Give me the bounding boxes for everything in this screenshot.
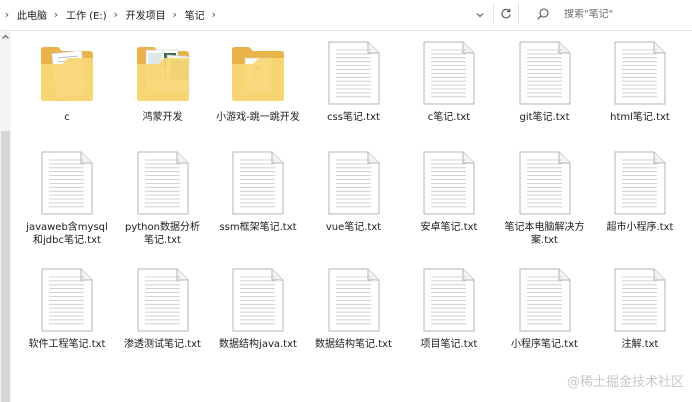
search-input[interactable] bbox=[564, 8, 684, 20]
item-name: c bbox=[64, 112, 70, 123]
address-bar[interactable]: › 此电脑 › 工作 (E:) › 开发项目 › 笔记 › bbox=[0, 2, 488, 26]
file-item[interactable]: python数据分析笔记.txt bbox=[117, 146, 209, 247]
file-item[interactable]: css笔记.txt bbox=[308, 36, 400, 124]
text-file-icon bbox=[594, 263, 686, 335]
text-file-icon bbox=[308, 263, 400, 335]
chevron-right-icon[interactable]: › bbox=[168, 8, 182, 21]
text-file-icon bbox=[594, 146, 686, 218]
file-item[interactable]: ssm框架笔记.txt bbox=[212, 146, 304, 234]
item-name: 数据结构java.txt bbox=[219, 339, 297, 350]
folder-item[interactable]: 鸿蒙开发 bbox=[117, 36, 209, 124]
item-name: 笔记本电脑解决方案.txt bbox=[504, 222, 585, 246]
scroll-up-arrow-icon[interactable] bbox=[1, 33, 10, 41]
folder-item[interactable]: 小游戏-跳一跳开发 bbox=[212, 36, 304, 124]
chevron-right-icon[interactable]: › bbox=[207, 8, 221, 21]
item-name: vue笔记.txt bbox=[325, 222, 382, 233]
item-name: 小游戏-跳一跳开发 bbox=[216, 112, 300, 123]
item-name: 安卓笔记.txt bbox=[420, 222, 478, 233]
text-file-icon bbox=[117, 263, 209, 335]
item-name: ssm框架笔记.txt bbox=[219, 222, 297, 233]
search-box[interactable] bbox=[528, 3, 692, 25]
text-file-icon bbox=[403, 263, 495, 335]
folder-icon bbox=[117, 36, 209, 108]
file-item[interactable]: 笔记本电脑解决方案.txt bbox=[499, 146, 591, 247]
file-item[interactable]: 软件工程笔记.txt bbox=[21, 263, 113, 351]
refresh-icon bbox=[501, 8, 511, 19]
item-name: 渗透测试笔记.txt bbox=[124, 339, 201, 350]
text-file-icon bbox=[499, 263, 591, 335]
folder-icon bbox=[21, 36, 113, 108]
file-item[interactable]: vue笔记.txt bbox=[308, 146, 400, 234]
file-item[interactable]: git笔记.txt bbox=[499, 36, 591, 124]
text-file-icon bbox=[212, 263, 304, 335]
file-item[interactable]: 注解.txt bbox=[594, 263, 686, 351]
text-file-icon bbox=[308, 146, 400, 218]
breadcrumb-notes[interactable]: 笔记 bbox=[182, 7, 207, 22]
text-file-icon bbox=[499, 36, 591, 108]
watermark: @稀土掘金技术社区 bbox=[566, 375, 684, 390]
folder-item[interactable]: c bbox=[21, 36, 113, 124]
text-file-icon bbox=[21, 263, 113, 335]
file-item[interactable]: 小程序笔记.txt bbox=[499, 263, 591, 351]
file-item[interactable]: 渗透测试笔记.txt bbox=[117, 263, 209, 351]
text-file-icon bbox=[594, 36, 686, 108]
item-name: 数据结构笔记.txt bbox=[315, 339, 392, 350]
item-name: javaweb含mysql和jdbc笔记.txt bbox=[26, 222, 108, 246]
text-file-icon bbox=[403, 146, 495, 218]
item-name: 鸿蒙开发 bbox=[142, 112, 183, 123]
item-name: c笔记.txt bbox=[427, 112, 471, 123]
file-item[interactable]: html笔记.txt bbox=[594, 36, 686, 124]
item-name: git笔记.txt bbox=[519, 112, 570, 123]
item-name: 小程序笔记.txt bbox=[511, 339, 578, 350]
file-list: c 鸿蒙开发 小游戏-跳一跳开发 css笔记.txt c笔记.txt git笔记… bbox=[21, 36, 689, 396]
chevron-down-icon[interactable] bbox=[474, 10, 486, 22]
breadcrumb-drive-e[interactable]: 工作 (E:) bbox=[63, 7, 109, 22]
chevron-right-icon[interactable]: › bbox=[49, 8, 63, 21]
address-toolbar: › 此电脑 › 工作 (E:) › 开发项目 › 笔记 › bbox=[0, 0, 692, 31]
chevron-right-icon[interactable]: › bbox=[0, 8, 14, 21]
scrollbar-thumb[interactable] bbox=[1, 131, 10, 402]
item-name: 项目笔记.txt bbox=[420, 339, 478, 350]
text-file-icon bbox=[403, 36, 495, 108]
text-file-icon bbox=[499, 146, 591, 218]
file-item[interactable]: javaweb含mysql和jdbc笔记.txt bbox=[21, 146, 113, 247]
breadcrumb-dev-projects[interactable]: 开发项目 bbox=[123, 7, 168, 22]
navigation-pane-scrollbar[interactable] bbox=[0, 31, 11, 402]
file-item[interactable]: 数据结构java.txt bbox=[212, 263, 304, 351]
file-item[interactable]: c笔记.txt bbox=[403, 36, 495, 124]
chevron-right-icon[interactable]: › bbox=[109, 8, 123, 21]
text-file-icon bbox=[308, 36, 400, 108]
file-item[interactable]: 超市小程序.txt bbox=[594, 146, 686, 234]
folder-icon bbox=[212, 36, 304, 108]
text-file-icon bbox=[21, 146, 113, 218]
item-name: css笔记.txt bbox=[327, 112, 380, 123]
item-name: html笔记.txt bbox=[610, 112, 670, 123]
search-icon bbox=[537, 8, 549, 20]
item-name: 注解.txt bbox=[621, 339, 659, 350]
file-item[interactable]: 安卓笔记.txt bbox=[403, 146, 495, 234]
text-file-icon bbox=[212, 146, 304, 218]
item-name: python数据分析笔记.txt bbox=[125, 222, 200, 246]
refresh-button[interactable] bbox=[493, 3, 519, 25]
breadcrumb-this-pc[interactable]: 此电脑 bbox=[14, 7, 49, 22]
text-file-icon bbox=[117, 146, 209, 218]
item-name: 超市小程序.txt bbox=[606, 222, 674, 233]
file-item[interactable]: 项目笔记.txt bbox=[403, 263, 495, 351]
file-item[interactable]: 数据结构笔记.txt bbox=[308, 263, 400, 351]
item-name: 软件工程笔记.txt bbox=[28, 339, 106, 350]
